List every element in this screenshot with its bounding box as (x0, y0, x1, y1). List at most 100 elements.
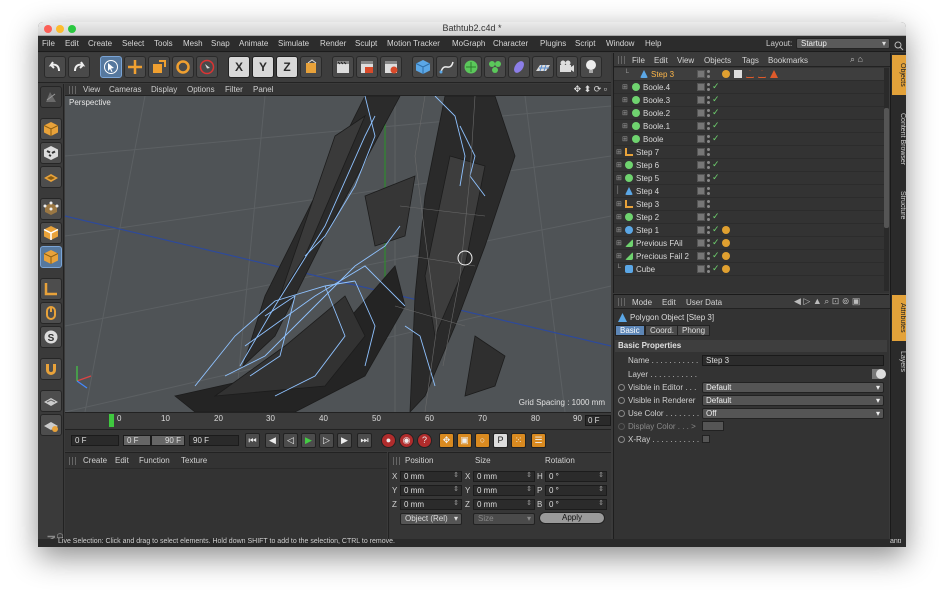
xray-radio[interactable] (618, 436, 625, 443)
menu-create[interactable]: Create (88, 39, 112, 48)
rotation-b-field[interactable]: 0 ° (545, 499, 607, 510)
light-icon[interactable] (580, 56, 602, 78)
render-picture-viewer-icon[interactable] (356, 56, 378, 78)
enabled-check-icon[interactable]: ✓ (712, 81, 720, 92)
tree-row-step-2[interactable]: ⊞ Step 2 ✓ (614, 211, 884, 224)
phong-tag-icon[interactable] (722, 70, 730, 78)
menu-script[interactable]: Script (575, 39, 595, 48)
visible-renderer-select[interactable]: Default (702, 395, 884, 406)
side-tab-content-browser[interactable]: Content Browser (892, 99, 906, 179)
coordinate-system-icon[interactable] (300, 56, 322, 78)
objects-menu-objects[interactable]: Objects (704, 56, 731, 65)
end-frame-field[interactable]: 90 F (189, 435, 239, 446)
visibility-toggle[interactable] (697, 265, 705, 273)
scale-icon[interactable] (148, 56, 170, 78)
tab-basic[interactable]: Basic (615, 325, 645, 336)
floor-icon[interactable] (532, 56, 554, 78)
visibility-toggle[interactable] (697, 148, 705, 156)
record-position-icon[interactable]: ✥ (439, 433, 454, 448)
record-scale-icon[interactable]: ▣ (457, 433, 472, 448)
warning-tag-icon[interactable] (770, 70, 778, 78)
viewport-menu-cameras[interactable]: Cameras (109, 85, 141, 94)
subdivision-surface-icon[interactable] (460, 56, 482, 78)
menu-character[interactable]: Character (493, 39, 528, 48)
enabled-check-icon[interactable]: ✓ (712, 159, 720, 170)
tree-row-boole-1[interactable]: ⊞ Boole.1 ✓ (614, 120, 884, 133)
array-icon[interactable] (484, 56, 506, 78)
record-active-objects-icon[interactable]: ● (381, 433, 396, 448)
material-menu-texture[interactable]: Texture (181, 456, 207, 465)
side-tab-structure[interactable]: Structure (892, 183, 906, 227)
current-frame-field[interactable]: 0 F (585, 415, 611, 426)
timeline-ruler[interactable]: 0 10 20 30 40 50 60 70 80 90 0 F (65, 412, 611, 428)
layer-dots-icon[interactable] (707, 238, 710, 248)
enable-snap-icon[interactable] (40, 358, 62, 380)
tree-row-cube[interactable]: └ Cube ✓ (614, 263, 884, 276)
layer-dots-icon[interactable] (707, 251, 710, 261)
menu-mesh[interactable]: Mesh (183, 39, 203, 48)
enabled-check-icon[interactable]: ✓ (712, 211, 720, 222)
visibility-toggle[interactable] (697, 83, 705, 91)
tab-phong[interactable]: Phong (677, 325, 711, 336)
attributes-menu-user-data[interactable]: User Data (686, 298, 722, 307)
visible-editor-radio[interactable] (618, 384, 625, 391)
layer-dots-icon[interactable] (707, 186, 710, 196)
layer-dots-icon[interactable] (707, 199, 710, 209)
visible-editor-select[interactable]: Default (702, 382, 884, 393)
visibility-toggle[interactable] (697, 213, 705, 221)
go-to-end-icon[interactable]: ⏭ (357, 433, 372, 448)
range-end-field[interactable]: 90 F (151, 435, 185, 446)
viewport-menu-view[interactable]: View (83, 85, 100, 94)
snap-icon[interactable]: S (40, 326, 62, 348)
play-icon[interactable]: ▶ (301, 433, 316, 448)
warning-tag-icon[interactable] (746, 70, 754, 78)
menu-plugins[interactable]: Plugins (540, 39, 566, 48)
visibility-toggle[interactable] (697, 187, 705, 195)
enabled-check-icon[interactable]: ✓ (712, 133, 720, 144)
tree-row-step-3[interactable]: ⊞ Step 3 (614, 198, 884, 211)
enabled-check-icon[interactable]: ✓ (712, 263, 720, 274)
next-key-icon[interactable]: ▶ (337, 433, 352, 448)
material-menu-create[interactable]: Create (83, 456, 107, 465)
position-z-field[interactable]: 0 mm (400, 499, 462, 510)
go-to-start-icon[interactable]: ⏮ (245, 433, 260, 448)
tweak-mode-icon[interactable] (40, 302, 62, 324)
viewport-menu-filter[interactable]: Filter (225, 85, 243, 94)
objects-search-icon[interactable]: ⌕ ⌂ (850, 54, 863, 65)
rotation-p-field[interactable]: 0 ° (545, 485, 607, 496)
previous-frame-icon[interactable]: ◁ (283, 433, 298, 448)
coordinate-mode-select[interactable]: Object (Rel) (400, 513, 462, 525)
layer-dots-icon[interactable] (707, 160, 710, 170)
viewport-menu-options[interactable]: Options (187, 85, 215, 94)
objects-menu-file[interactable]: File (632, 56, 645, 65)
name-field[interactable]: Step 3 (702, 355, 884, 366)
visibility-toggle[interactable] (697, 239, 705, 247)
menu-snap[interactable]: Snap (211, 39, 230, 48)
menu-render[interactable]: Render (320, 39, 346, 48)
model-mode-icon[interactable] (40, 118, 62, 140)
camera-icon[interactable] (556, 56, 578, 78)
visibility-toggle[interactable] (697, 252, 705, 260)
cube-icon[interactable] (412, 56, 434, 78)
visibility-toggle[interactable] (697, 135, 705, 143)
edges-mode-icon[interactable] (40, 222, 62, 244)
enabled-check-icon[interactable]: ✓ (712, 237, 720, 248)
side-tab-objects[interactable]: Objects (892, 55, 906, 95)
tree-row-boole-2[interactable]: ⊞ Boole.2 ✓ (614, 107, 884, 120)
record-point-level-icon[interactable]: ⁙ (511, 433, 526, 448)
record-rotation-icon[interactable]: ○ (475, 433, 490, 448)
warning-tag-icon[interactable] (758, 70, 766, 78)
apply-button[interactable]: Apply (539, 512, 605, 524)
enabled-check-icon[interactable]: ✓ (712, 224, 720, 235)
menu-help[interactable]: Help (645, 39, 661, 48)
rotation-h-field[interactable]: 0 ° (545, 471, 607, 482)
timeline-playhead[interactable] (109, 414, 114, 427)
timeline-window-icon[interactable]: ☰ (531, 433, 546, 448)
menu-file[interactable]: File (42, 39, 55, 48)
enabled-check-icon[interactable]: ✓ (712, 94, 720, 105)
size-x-field[interactable]: 0 mm (473, 471, 535, 482)
menu-tools[interactable]: Tools (154, 39, 173, 48)
live-selection-icon[interactable] (100, 56, 122, 78)
rotate-icon[interactable] (172, 56, 194, 78)
autokeying-icon[interactable]: ◉ (399, 433, 414, 448)
